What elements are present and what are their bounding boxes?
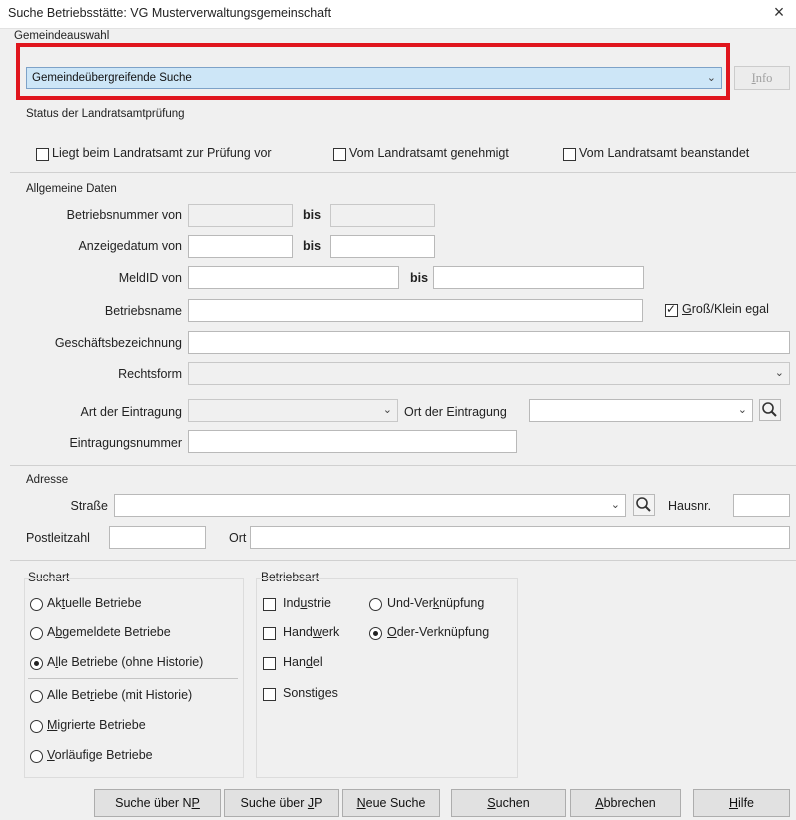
strasse-label: Straße [70,499,108,513]
eintragungsnummer-input[interactable] [188,430,517,453]
geschaeftsbezeichnung-input[interactable] [188,331,790,354]
postleitzahl-label: Postleitzahl [26,531,90,545]
betriebsname-label: Betriebsname [104,304,182,318]
suchart-radio-alle-ohne[interactable] [30,657,43,670]
search-icon [636,497,651,512]
info-button[interactable]: Info [734,66,790,90]
anzeigedatum-bis-input[interactable] [330,235,435,258]
status-group-label: Status der Landratsamtprüfung [26,108,185,120]
chevron-down-icon: ⌄ [382,404,392,416]
chevron-down-icon: ⌄ [737,404,747,416]
divider [10,172,796,173]
suchart-radio-aktuelle[interactable] [30,598,43,611]
status-label-pruefung: Liegt beim Landratsamt zur Prüfung vor [52,146,272,160]
status-checkbox-pruefung[interactable] [36,148,49,161]
betriebsnummer-bis-label: bis [303,208,322,222]
gross-klein-checkbox[interactable] [665,302,678,317]
adresse-group-label: Adresse [26,474,69,486]
anzeigedatum-bis-label: bis [303,239,322,253]
highlight-box [16,43,730,100]
status-checkbox-beanstandet[interactable] [563,148,576,161]
allgemein-group-label: Allgemeine Daten [26,183,117,195]
ort-eintragung-select[interactable]: ⌄ [529,399,753,422]
window-title: Suche Betriebsstätte: VG Musterverwaltun… [8,6,332,20]
hausnr-input[interactable] [733,494,790,517]
meldid-bis-label: bis [410,271,429,285]
hilfe-button[interactable]: Hilfe [693,789,790,817]
betriebsart-checkbox-handwerk[interactable] [263,627,276,640]
anzeigedatum-von-input[interactable] [188,235,293,258]
verknuepfung-radio-oder[interactable] [369,627,382,640]
postleitzahl-input[interactable] [109,526,206,549]
suchart-radio-alle-mit[interactable] [30,690,43,703]
art-eintragung-select[interactable]: ⌄ [188,399,398,422]
meldid-label: MeldID von [118,271,182,285]
suchart-label-migrierte: Migrierte Betriebe [47,718,146,732]
gemeinde-group-label: Gemeindeauswahl [14,30,110,42]
divider [28,678,238,679]
neue-suche-button[interactable]: Neue Suche [342,789,440,817]
divider [10,465,796,466]
chevron-down-icon: ⌄ [610,499,620,511]
ort-eintragung-label: Ort der Eintragung [404,405,507,419]
betriebsart-label-handwerk: Handwerk [283,625,340,639]
verknuepfung-label-oder: Oder-Verknüpfung [387,625,490,639]
meldid-bis-input[interactable] [433,266,644,289]
strasse-select[interactable]: ⌄ [114,494,626,517]
abbrechen-button[interactable]: Abbrechen [570,789,681,817]
betriebsart-label-sonstiges: Sonstiges [283,686,338,700]
status-checkbox-genehmigt[interactable] [333,148,346,161]
suchart-label-vorlaeufige: Vorläufige Betriebe [47,748,153,762]
suchart-label-aktuelle: Aktuelle Betriebe [47,596,142,610]
betriebsart-label-handel: Handel [283,655,323,669]
betriebsname-input[interactable] [188,299,643,322]
suchart-label-abgemeldete: Abgemeldete Betriebe [47,625,171,639]
betriebsart-label-industrie: Industrie [283,596,331,610]
geschaeftsbezeichnung-label: Geschäftsbezeichnung [54,336,182,350]
suchart-radio-vorlaeufige[interactable] [30,750,43,763]
suche-jp-button[interactable]: Suche über JP [224,789,339,817]
status-label-beanstandet: Vom Landratsamt beanstandet [579,146,750,160]
verknuepfung-radio-und[interactable] [369,598,382,611]
betriebsnummer-von-input[interactable] [188,204,293,227]
ort-label: Ort [229,531,247,545]
verknuepfung-label-und: Und-Verknüpfung [387,596,485,610]
suchart-label-alle-mit: Alle Betriebe (mit Historie) [47,688,193,702]
chevron-down-icon: ⌄ [774,367,784,379]
divider [10,560,796,561]
suchart-radio-migrierte[interactable] [30,720,43,733]
status-label-genehmigt: Vom Landratsamt genehmigt [349,146,509,160]
suche-np-button[interactable]: Suche über NP [94,789,221,817]
betriebsart-checkbox-industrie[interactable] [263,598,276,611]
search-icon-button[interactable] [633,494,655,516]
suchen-button[interactable]: Suchen [451,789,566,817]
meldid-von-input[interactable] [188,266,399,289]
close-icon[interactable]: × [768,2,790,23]
search-icon-button[interactable] [759,399,781,421]
hausnr-label: Hausnr. [668,499,712,513]
search-icon [762,402,777,417]
betriebsart-checkbox-sonstiges[interactable] [263,688,276,701]
betriebsnummer-label: Betriebsnummer von [66,208,182,222]
suchart-radio-abgemeldete[interactable] [30,627,43,640]
art-eintragung-label: Art der Eintragung [80,405,182,419]
rechtsform-select[interactable]: ⌄ [188,362,790,385]
eintragungsnummer-label: Eintragungsnummer [69,436,182,450]
gross-klein-label: Groß/Klein egal [682,302,769,316]
anzeigedatum-label: Anzeigedatum von [78,239,182,253]
ort-input[interactable] [250,526,790,549]
betriebsart-checkbox-handel[interactable] [263,657,276,670]
rechtsform-label: Rechtsform [118,367,182,381]
betriebsnummer-bis-input[interactable] [330,204,435,227]
suchart-label-alle-ohne: Alle Betriebe (ohne Historie) [47,655,204,669]
